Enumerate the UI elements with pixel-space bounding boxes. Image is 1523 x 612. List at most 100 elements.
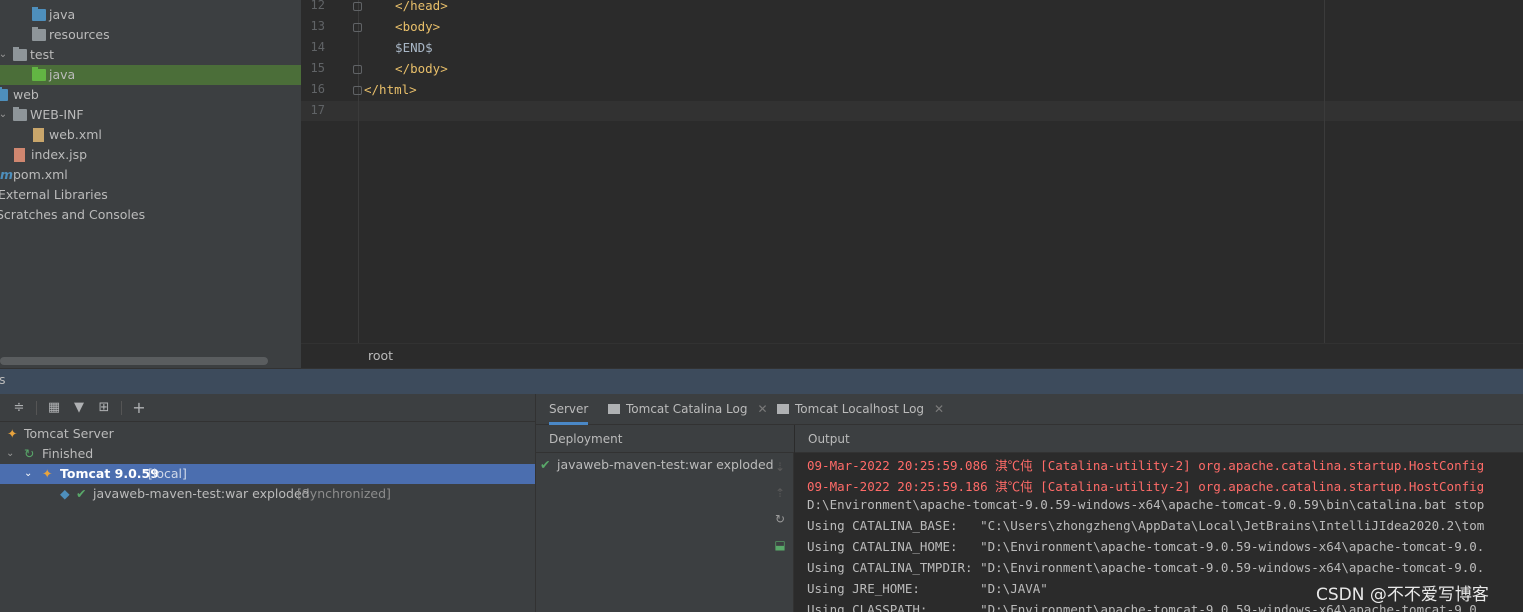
chevron-down-icon[interactable]: ⌄: [0, 45, 8, 65]
close-icon[interactable]: ✕: [934, 402, 944, 416]
jsp-file-icon: [14, 148, 25, 162]
collapse-all-icon[interactable]: ≑: [11, 400, 27, 416]
fold-marker-icon[interactable]: [353, 2, 362, 11]
line-number: 13: [310, 19, 325, 33]
tree-item-web-inf[interactable]: ⌄ WEB-INF: [0, 105, 301, 125]
chevron-down-icon[interactable]: ⌄: [6, 444, 14, 464]
folder-resources-icon: [32, 27, 46, 41]
project-tree-panel: java resources ⌄ test java web ⌄ WEB-INF…: [0, 0, 301, 368]
code-line: </html>: [364, 82, 417, 97]
tab-label: Server: [549, 402, 589, 416]
tree-item-label: test: [30, 47, 55, 62]
fold-marker-icon[interactable]: [353, 86, 362, 95]
refresh-icon[interactable]: ↻: [773, 512, 787, 526]
chevron-down-icon[interactable]: ⌄: [24, 464, 32, 484]
deployment-item-label: javaweb-maven-test:war exploded: [557, 457, 774, 472]
tree-item-label: External Libraries: [0, 187, 108, 202]
folder-grey-icon: [13, 107, 27, 121]
services-tree: ✦ Tomcat Server ⌄ ↻ Finished ⌄ ✦ Tomcat …: [0, 422, 535, 612]
fold-marker-icon[interactable]: [353, 23, 362, 32]
current-line-highlight: [301, 101, 1523, 121]
tree-item-test[interactable]: ⌄ test: [0, 45, 301, 65]
group-by-icon[interactable]: ▦: [46, 400, 62, 416]
folder-grey-icon: [13, 47, 27, 61]
tree-item-web[interactable]: web: [0, 85, 301, 105]
output-line: Using CATALINA_TMPDIR: "D:\Environment\a…: [807, 560, 1485, 575]
deploy-icon[interactable]: ⇣: [773, 460, 787, 474]
tool-window-title: s: [0, 372, 6, 387]
output-line: Using JRE_HOME: "D:\JAVA": [807, 581, 1048, 596]
refresh-status-icon: ↻: [24, 446, 35, 461]
server-name: Tomcat 9.0.59: [60, 466, 159, 481]
code-line: </head>: [380, 0, 448, 13]
tab-localhost-log[interactable]: Tomcat Localhost Log ✕: [777, 394, 944, 425]
server-tag: [local]: [148, 466, 187, 481]
new-group-icon[interactable]: ⊞: [96, 400, 112, 416]
tree-item-label: WEB-INF: [30, 107, 84, 122]
tab-server[interactable]: Server: [549, 394, 589, 425]
tab-label: Tomcat Catalina Log: [626, 402, 748, 416]
tree-item-label: java: [49, 67, 76, 82]
folder-web-icon: [0, 87, 8, 101]
add-icon[interactable]: +: [131, 400, 147, 416]
output-line: Using CATALINA_HOME: "D:\Environment\apa…: [807, 539, 1485, 554]
tree-item-label: index.jsp: [31, 147, 88, 162]
breadcrumb: root: [301, 343, 1523, 367]
tree-item-artifact[interactable]: ◆ ✔ javaweb-maven-test:war exploded [Syn…: [0, 484, 535, 504]
tree-item-java-main[interactable]: java: [0, 5, 301, 25]
tree-item-label: javaweb-maven-test:war exploded: [93, 486, 310, 501]
tree-item-label: web.xml: [49, 127, 102, 142]
deployment-item[interactable]: ✔ javaweb-maven-test:war exploded: [536, 455, 794, 475]
tree-item-resources[interactable]: resources: [0, 25, 301, 45]
watermark: CSDN @不不爱写博客: [1316, 585, 1489, 605]
line-number: 12: [310, 0, 325, 12]
tree-item-scratches[interactable]: Scratches and Consoles: [0, 205, 301, 225]
tree-item-index-jsp[interactable]: index.jsp: [0, 145, 301, 165]
output-line: 09-Mar-2022 20:25:59.086 淇℃伅 [Catalina-u…: [807, 458, 1485, 473]
tomcat-icon: ✦: [7, 426, 18, 441]
code-editor[interactable]: 12 13 14 15 16 17 </head> <body> $END$ <…: [301, 0, 1523, 343]
services-tabs: Server Tomcat Catalina Log ✕ Tomcat Local…: [536, 394, 1523, 425]
tree-item-label: Finished: [42, 446, 94, 461]
tree-item-java-test[interactable]: java: [0, 65, 301, 85]
tree-item-label: resources: [49, 27, 110, 42]
fold-marker-icon[interactable]: [353, 65, 362, 74]
tree-item-tomcat-server[interactable]: ✦ Tomcat Server: [0, 424, 535, 444]
artifact-tag: [Synchronized]: [297, 486, 391, 501]
breadcrumb-item[interactable]: root: [368, 348, 393, 363]
chevron-down-icon[interactable]: ⌄: [0, 105, 8, 125]
tree-item-label: java: [49, 7, 76, 22]
console-icon: [777, 404, 789, 414]
deployment-list: ✔ javaweb-maven-test:war exploded ⇣ ⇡ ↻ …: [536, 453, 794, 612]
toolbar-separator: [121, 401, 122, 415]
horizontal-scrollbar[interactable]: [0, 357, 268, 365]
close-icon[interactable]: ✕: [757, 402, 767, 416]
output-header: Output: [795, 425, 1523, 453]
tree-item-pom[interactable]: m pom.xml: [0, 165, 301, 185]
tree-item-tomcat-instance[interactable]: ⌄ ✦ Tomcat 9.0.59 [local]: [0, 464, 535, 484]
line-number: 17: [310, 103, 325, 117]
tab-label: Tomcat Localhost Log: [795, 402, 925, 416]
tree-item-finished[interactable]: ⌄ ↻ Finished: [0, 444, 535, 464]
folder-blue-icon: [32, 7, 46, 21]
code-line: $END$: [380, 40, 433, 55]
toolbar-separator: [36, 401, 37, 415]
folder-green-icon: [32, 67, 46, 81]
filter-icon[interactable]: ▼: [71, 400, 87, 416]
output-line: Using CATALINA_BASE: "C:\Users\zhongzhen…: [807, 518, 1485, 533]
undeploy-icon[interactable]: ⇡: [773, 486, 787, 500]
tree-item-label: pom.xml: [13, 167, 68, 182]
deployment-header: Deployment: [536, 425, 794, 453]
services-tool-window-header: s: [0, 368, 1523, 394]
console-icon: [608, 404, 620, 414]
gutter-separator: [358, 0, 359, 343]
tab-catalina-log[interactable]: Tomcat Catalina Log ✕: [608, 394, 768, 425]
maven-icon: m: [0, 167, 14, 182]
redeploy-icon[interactable]: ⬓: [773, 538, 787, 552]
xml-file-icon: [33, 128, 44, 142]
tree-item-web-xml[interactable]: web.xml: [0, 125, 301, 145]
tree-item-external-libraries[interactable]: External Libraries: [0, 185, 301, 205]
line-number: 14: [310, 40, 325, 54]
code-line: <body>: [380, 19, 441, 34]
line-number: 15: [310, 61, 325, 75]
